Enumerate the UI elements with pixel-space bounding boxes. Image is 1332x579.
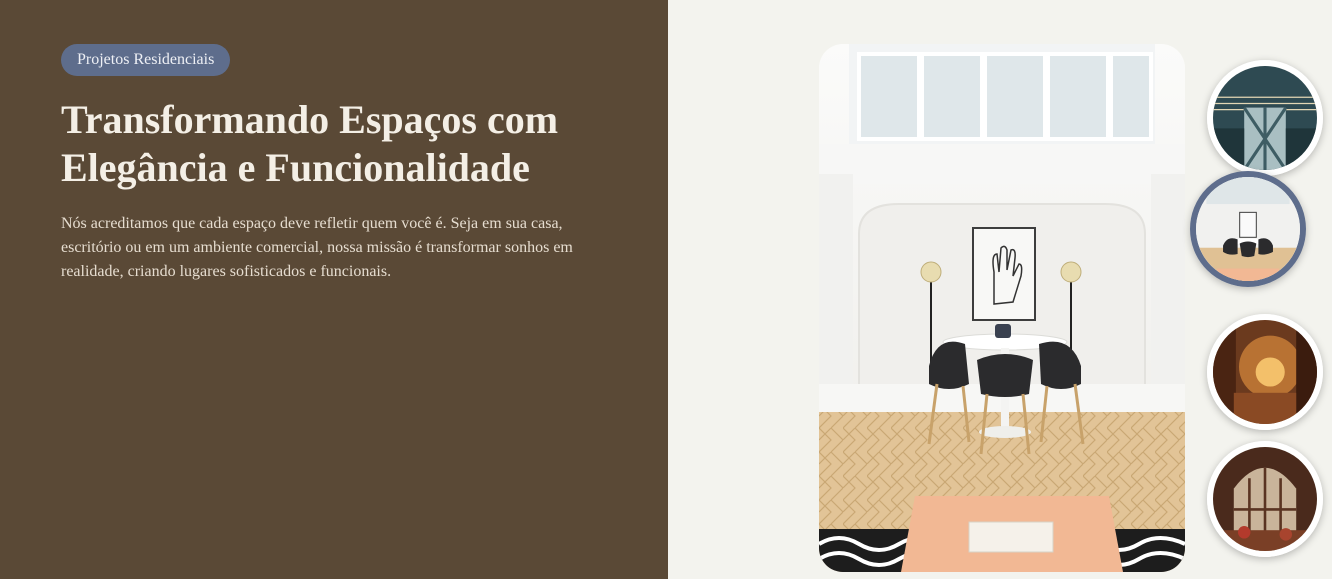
gallery (668, 0, 1332, 579)
hero-title: Transformando Espaços com Elegância e Fu… (61, 97, 559, 190)
thumbnail-library-hall[interactable] (1207, 441, 1323, 557)
thumbnail-white-dining-room[interactable] (1190, 171, 1306, 287)
thumbnail-warm-lounge[interactable] (1207, 314, 1323, 430)
thumbnail-modern-office[interactable] (1207, 60, 1323, 176)
main-gallery-image (819, 44, 1185, 572)
category-badge[interactable]: Projetos Residenciais (61, 44, 231, 76)
hero-panel: Projetos Residenciais Transformando Espa… (0, 0, 668, 579)
hero-description: Nós acreditamos que cada espaço deve ref… (61, 215, 573, 280)
